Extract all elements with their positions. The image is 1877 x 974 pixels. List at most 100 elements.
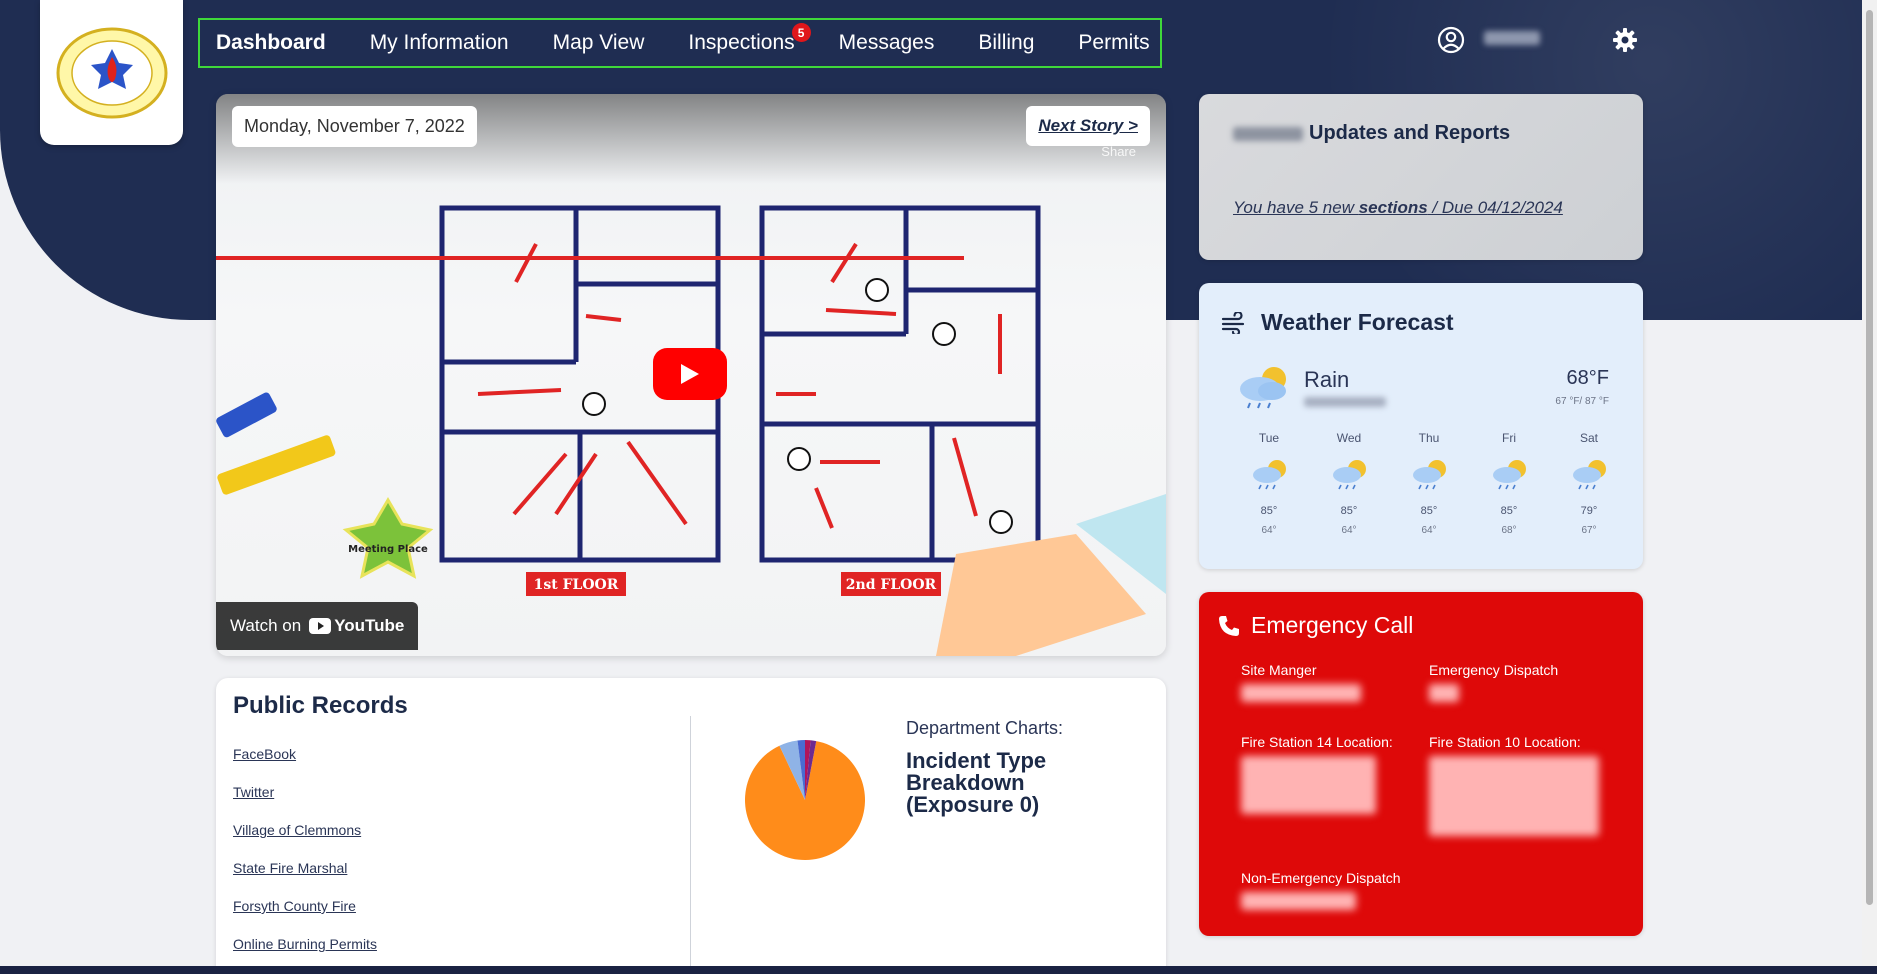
forecast-low: 64° [1421, 525, 1437, 536]
weather-title: Weather Forecast [1261, 309, 1454, 335]
emergency-header: Emergency Call [1217, 612, 1413, 639]
forecast-day: Wed 85° 64° [1309, 431, 1389, 536]
public-records-links: FaceBook Twitter Village of Clemmons Sta… [233, 746, 377, 974]
forecast-day-name: Thu [1418, 431, 1440, 445]
phone-icon [1219, 615, 1239, 636]
emergency-dispatch-label: Emergency Dispatch [1429, 662, 1559, 678]
nav-my-information[interactable]: My Information [370, 31, 509, 55]
station14-address-redacted [1241, 756, 1376, 814]
site-manager-phone-redacted[interactable] [1241, 684, 1361, 702]
site-manager-label: Site Manger [1241, 662, 1317, 678]
nav-billing[interactable]: Billing [978, 31, 1034, 55]
meeting-place-label: Meeting Place [348, 544, 428, 555]
new-sections-link[interactable]: You have 5 new sections / Due 04/12/2024 [1233, 198, 1563, 218]
user-account-icon[interactable] [1437, 26, 1465, 54]
station14-label: Fire Station 14 Location: [1241, 734, 1393, 750]
youtube-logo-icon: YouTube [309, 616, 404, 636]
forecast-high: 85° [1340, 505, 1358, 517]
youtube-label: YouTube [334, 616, 405, 635]
watch-on-label: Watch on [230, 616, 302, 635]
updates-link-pre: You have 5 new [1233, 198, 1359, 217]
forecast-low: 64° [1341, 525, 1357, 536]
forecast-high: 85° [1420, 505, 1438, 517]
fire-escape-video[interactable]: 1st FLOOR 2nd FLOOR Meeting Place Monday… [216, 94, 1166, 656]
non-emergency-field: Non-Emergency Dispatch [1241, 870, 1401, 910]
site-manager-field: Site Manger [1241, 662, 1361, 702]
org-name-redacted [1233, 126, 1303, 141]
nav-dashboard[interactable]: Dashboard [216, 31, 326, 55]
rain-cloud-icon [1469, 451, 1549, 497]
play-icon [681, 364, 699, 384]
nav-inspections[interactable]: Inspections 5 [688, 23, 811, 55]
nav-map-view[interactable]: Map View [553, 31, 645, 55]
forecast-high: 85° [1260, 505, 1278, 517]
current-temperature: 68°F [1566, 367, 1609, 389]
gear-icon[interactable] [1611, 26, 1639, 54]
link-facebook[interactable]: FaceBook [233, 746, 377, 762]
forecast-day-name: Tue [1258, 431, 1280, 445]
forecast-day-name: Fri [1502, 431, 1516, 445]
forecast-high: 79° [1580, 505, 1598, 517]
incident-pie-chart[interactable] [743, 738, 867, 862]
nav-permits[interactable]: Permits [1078, 31, 1149, 55]
updates-title-text: Updates and Reports [1309, 122, 1511, 144]
play-button[interactable] [653, 348, 727, 400]
floor2-label: 2nd FLOOR [846, 577, 937, 593]
department-charts-label: Department Charts: [906, 718, 1064, 738]
link-state-fire-marshal[interactable]: State Fire Marshal [233, 860, 377, 876]
rain-cloud-icon [1229, 451, 1309, 497]
updates-link-post: / Due 04/12/2024 [1427, 198, 1563, 217]
updates-title: Updates and Reports [1233, 122, 1510, 145]
link-online-burning-permits[interactable]: Online Burning Permits [233, 936, 377, 952]
page-bottom-edge [0, 966, 1877, 974]
floor1-label: 1st FLOOR [534, 577, 619, 593]
fire-dept-logo[interactable] [40, 0, 183, 145]
weather-forecast-card: Weather Forecast Rain 68°F 67 °F/ 87 °F … [1199, 283, 1643, 569]
updates-link-bold: sections [1358, 198, 1428, 217]
emergency-title: Emergency Call [1251, 612, 1414, 638]
forecast-day-name: Sat [1579, 431, 1598, 445]
station10-address-redacted [1429, 756, 1599, 836]
non-emergency-label: Non-Emergency Dispatch [1241, 870, 1401, 886]
nav-messages[interactable]: Messages [839, 31, 935, 55]
forecast-low: 64° [1261, 525, 1277, 536]
link-twitter[interactable]: Twitter [233, 784, 377, 800]
forecast-day: Sat 79° 67° [1549, 431, 1629, 536]
current-location-redacted [1304, 397, 1386, 407]
forecast-day: Thu 85° 64° [1389, 431, 1469, 536]
forecast-low: 67° [1581, 525, 1597, 536]
nav-inspections-label: Inspections [688, 31, 795, 54]
next-story-button[interactable]: Next Story > [1026, 106, 1150, 146]
page-scrollbar[interactable] [1862, 0, 1877, 966]
incident-chart-title: Incident Type Breakdown (Exposure 0) [906, 748, 1047, 817]
rain-cloud-icon [1549, 451, 1629, 497]
forecast-high: 85° [1500, 505, 1518, 517]
link-forsyth-county-fire[interactable]: Forsyth County Fire [233, 898, 377, 914]
public-records-card: Public Records FaceBook Twitter Village … [216, 678, 1166, 974]
forecast-day-name: Wed [1336, 431, 1362, 445]
non-emergency-number-redacted[interactable] [1241, 892, 1356, 910]
updates-reports-card: Updates and Reports You have 5 new secti… [1199, 94, 1643, 260]
rain-cloud-icon [1240, 367, 1286, 409]
link-village-of-clemmons[interactable]: Village of Clemmons [233, 822, 377, 838]
public-records-title: Public Records [233, 692, 408, 719]
emergency-call-card: Emergency Call Site Manger Emergency Dis… [1199, 592, 1643, 936]
main-nav: Dashboard My Information Map View Inspec… [198, 18, 1162, 68]
current-condition: Rain [1304, 367, 1350, 392]
inspections-count-badge: 5 [791, 23, 811, 42]
user-name-redacted [1484, 31, 1540, 45]
wind-icon [1221, 311, 1245, 334]
five-day-forecast: Tue 85° 64° Wed 85° 64° Thu 85° 64° Fri … [1229, 431, 1629, 536]
share-button[interactable]: Share [1101, 144, 1136, 159]
station10-label: Fire Station 10 Location: [1429, 734, 1581, 750]
scrollbar-thumb[interactable] [1866, 10, 1873, 905]
emergency-dispatch-number-redacted[interactable] [1429, 684, 1459, 702]
weather-header: Weather Forecast [1221, 309, 1454, 336]
current-temp-range: 67 °F/ 87 °F [1555, 396, 1609, 407]
story-date: Monday, November 7, 2022 [232, 106, 477, 147]
forecast-day: Fri 85° 68° [1469, 431, 1549, 536]
records-divider [690, 716, 691, 974]
rain-cloud-icon [1309, 451, 1389, 497]
forecast-day: Tue 85° 64° [1229, 431, 1309, 536]
watch-on-youtube-button[interactable]: Watch on YouTube [216, 602, 419, 650]
